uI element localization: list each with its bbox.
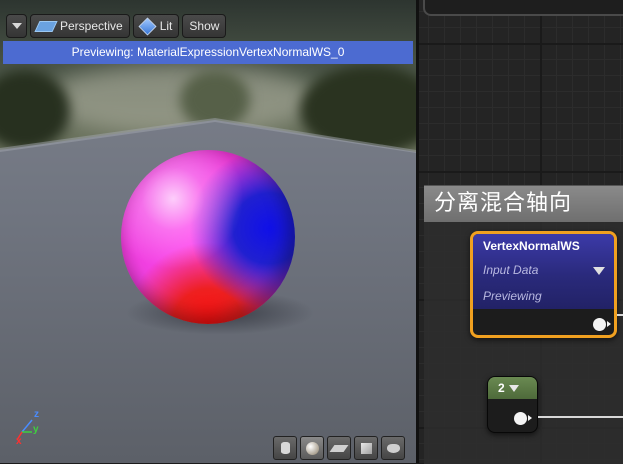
show-label: Show [189, 19, 220, 33]
collapse-caret-icon[interactable] [508, 384, 519, 392]
lit-button[interactable]: Lit [132, 14, 180, 38]
constant-node[interactable]: 2 [487, 376, 538, 433]
collapse-caret-icon[interactable] [593, 267, 605, 275]
perspective-label: Perspective [60, 19, 123, 33]
node-header: VertexNormalWS Input Data Previewing [473, 234, 614, 309]
plane-icon [329, 444, 349, 452]
node-subtitle: Input Data [483, 263, 539, 277]
preview-mesh-toolbar [273, 436, 405, 460]
lit-icon [138, 16, 157, 36]
constant-value: 2 [498, 381, 505, 395]
cylinder-icon [280, 442, 290, 454]
preview-plane-button[interactable] [327, 436, 351, 460]
node-preview-status: Previewing [483, 289, 542, 303]
material-preview-viewport[interactable]: Perspective Lit Show Previewing: Materia… [0, 0, 419, 463]
show-button[interactable]: Show [182, 14, 227, 38]
output-pin-icon[interactable] [514, 412, 532, 425]
constant-node-header: 2 [488, 377, 537, 399]
lit-label: Lit [159, 19, 173, 33]
perspective-button[interactable]: Perspective [30, 14, 130, 38]
chevron-down-icon [11, 23, 22, 29]
axis-y-label: y [33, 424, 39, 435]
vertex-normal-ws-node[interactable]: VertexNormalWS Input Data Previewing [470, 231, 617, 338]
output-wire [617, 314, 623, 316]
viewport-toolbar: Perspective Lit Show [6, 14, 227, 38]
preview-cube-button[interactable] [354, 436, 378, 460]
preview-banner: Previewing: MaterialExpressionVertexNorm… [3, 41, 413, 64]
preview-cylinder-button[interactable] [273, 436, 297, 460]
teapot-icon [386, 443, 400, 453]
axis-x-label: x [16, 436, 22, 447]
sphere-icon [305, 441, 319, 455]
cube-icon [360, 442, 372, 454]
axis-z-label: z [34, 409, 39, 420]
perspective-icon [34, 20, 58, 32]
preview-teapot-button[interactable] [381, 436, 405, 460]
comment-title[interactable]: 分离混合轴向 [424, 186, 623, 222]
preview-sphere-button[interactable] [300, 436, 324, 460]
output-pin-icon[interactable] [593, 318, 611, 331]
preview-sphere [121, 150, 295, 324]
axis-gizmo: z y x [14, 409, 44, 450]
material-graph-canvas[interactable]: 分离混合轴向 VertexNormalWS Input Data Preview… [419, 0, 623, 464]
viewport-options-dropdown[interactable] [6, 14, 27, 38]
node-title: VertexNormalWS [483, 239, 580, 253]
output-wire [538, 416, 623, 418]
graph-frame [423, 0, 623, 16]
